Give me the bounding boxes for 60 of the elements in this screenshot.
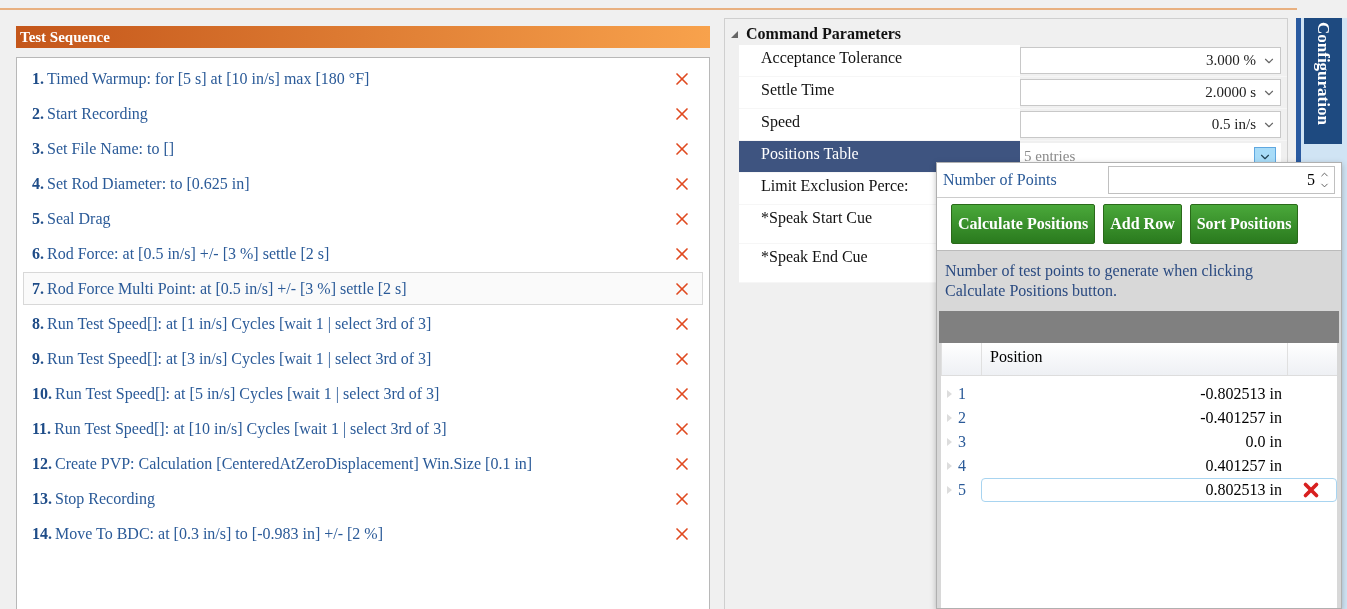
sequence-step[interactable]: 3. Set File Name: to [] [23, 132, 703, 165]
property-label[interactable]: Speed [739, 109, 1020, 140]
sequence-step[interactable]: 9. Run Test Speed[]: at [3 in/s] Cycles [wait 1 | select 3rd of 3] [23, 342, 703, 375]
sequence-step[interactable]: 13. Stop Recording [23, 482, 703, 515]
collapse-icon[interactable] [731, 30, 738, 38]
sequence-step[interactable]: 7. Rod Force Multi Point: at [0.5 in/s] +/- [3 %] settle [2 s] [23, 272, 703, 305]
step-text: 7. Rod Force Multi Point: at [0.5 in/s] +/- [3 %] settle [2 s] [32, 279, 408, 298]
step-text: 6. Rod Force: at [0.5 in/s] +/- [3 %] settle [2 s] [32, 244, 331, 263]
property-label[interactable]: Acceptance Tolerance [739, 45, 1020, 76]
step-text: 8. Run Test Speed[]: at [1 in/s] Cycles [wait 1 | select 3rd of 3] [32, 314, 433, 333]
row-marker-icon [947, 390, 952, 398]
step-text: 11. Run Test Speed[]: at [10 in/s] Cycles [wait 1 | select 3rd of 3] [32, 419, 448, 438]
position-cell[interactable]: 0.802513 in [981, 478, 1337, 502]
step-text: 10. Run Test Speed[]: at [5 in/s] Cycles [wait 1 | select 3rd of 3] [32, 384, 441, 403]
step-text: 5. Seal Drag [32, 209, 112, 228]
position-cell[interactable]: -0.401257 in [981, 406, 1337, 430]
row-marker-icon [947, 462, 952, 470]
row-marker-icon [947, 438, 952, 446]
row-marker-icon [947, 486, 952, 494]
row-number: 2 [958, 409, 966, 427]
number-spinner[interactable]: 5 [1108, 166, 1335, 194]
step-text: 9. Run Test Speed[]: at [3 in/s] Cycles [wait 1 | select 3rd of 3] [32, 349, 433, 368]
value-text: 5 entries [1023, 148, 1077, 165]
step-text: 1. Timed Warmup: for [5 s] at [10 in/s] max [180 °F] [32, 69, 371, 88]
row-number: 4 [958, 457, 966, 475]
step-text: 13. Stop Recording [32, 489, 156, 508]
row-marker-icon [947, 414, 952, 422]
sequence-step[interactable]: 11. Run Test Speed[]: at [10 in/s] Cycles [wait 1 | select 3rd of 3] [23, 412, 703, 445]
step-text: 2. Start Recording [32, 104, 149, 123]
value-dropdown[interactable]: 2.0000 s [1020, 79, 1281, 106]
step-text: 12. Create PVP: Calculation [CenteredAtZeroDisplacement] Win.Size [0.1 in] [32, 454, 534, 473]
row-number: 3 [958, 433, 966, 451]
panel-header: Test Sequence [16, 26, 710, 48]
position-cell[interactable]: -0.802513 in [981, 382, 1337, 406]
sequence-step[interactable]: 1. Timed Warmup: for [5 s] at [10 in/s] max [180 °F] [23, 62, 703, 95]
position-cell[interactable]: 0.401257 in [981, 454, 1337, 478]
sequence-step[interactable]: 14. Move To BDC: at [0.3 in/s] to [-0.983 in] +/- [2 %] [23, 517, 703, 550]
property-label[interactable]: Settle Time [739, 77, 1020, 108]
step-text: 14. Move To BDC: at [0.3 in/s] to [-0.983 in] +/- [2 %] [32, 524, 384, 543]
step-text: 3. Set File Name: to [] [32, 139, 176, 158]
value-dropdown[interactable]: 0.5 in/s [1020, 111, 1281, 138]
sequence-step[interactable]: 5. Seal Drag [23, 202, 703, 235]
sequence-step[interactable]: 8. Run Test Speed[]: at [1 in/s] Cycles [wait 1 | select 3rd of 3] [23, 307, 703, 340]
action-button[interactable]: Add Row [1103, 204, 1182, 244]
action-button[interactable]: Calculate Positions [951, 204, 1096, 244]
row-number: 5 [958, 481, 966, 499]
sequence-step[interactable]: 12. Create PVP: Calculation [CenteredAtZeroDisplacement] Win.Size [0.1 in] [23, 447, 703, 480]
side-tab[interactable]: Configuration [1304, 18, 1342, 144]
value-dropdown[interactable]: 3.000 % [1020, 47, 1281, 74]
sequence-step[interactable]: 6. Rod Force: at [0.5 in/s] +/- [3 %] settle [2 s] [23, 237, 703, 270]
property-label[interactable]: Positions Table [739, 141, 1020, 172]
action-button[interactable]: Sort Positions [1189, 204, 1299, 244]
sequence-step[interactable]: 10. Run Test Speed[]: at [5 in/s] Cycles [wait 1 | select 3rd of 3] [23, 377, 703, 410]
position-cell[interactable]: 0.0 in [981, 430, 1337, 454]
row-number: 1 [958, 385, 966, 403]
section-title: Command Parameters [746, 25, 902, 43]
step-text: 4. Set Rod Diameter: to [0.625 in] [32, 174, 251, 193]
column-header: Position [981, 343, 1287, 375]
sequence-step[interactable]: 2. Start Recording [23, 97, 703, 130]
sequence-step[interactable]: 4. Set Rod Diameter: to [0.625 in] [23, 167, 703, 200]
